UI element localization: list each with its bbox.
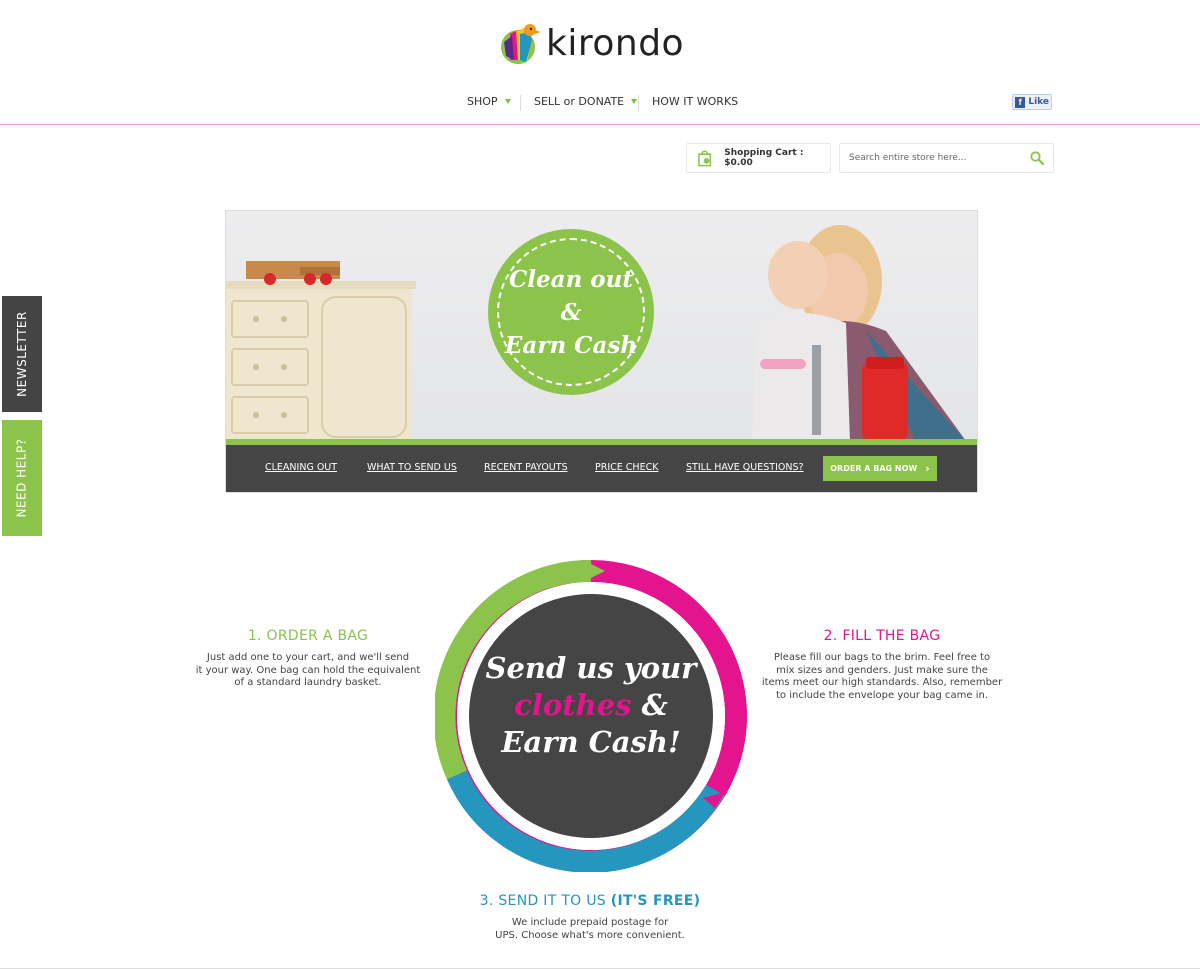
nav-sell-or-donate[interactable]: SELL or DONATE (534, 95, 638, 108)
step-1-text: Just add one to your cart, and we'll sen… (190, 652, 426, 690)
step-3-title-main: 3. SEND IT TO US (479, 893, 606, 909)
step-3-title-free: (IT'S FREE) (610, 893, 701, 909)
center-line-3: Earn Cash! (501, 725, 681, 759)
center-line-1: Send us your (485, 651, 697, 685)
link-price-check[interactable]: PRICE CHECK (595, 462, 658, 473)
facebook-like-label: Like (1028, 97, 1049, 107)
order-a-bag-button[interactable]: ORDER A BAG NOW › (823, 456, 937, 481)
step-2-text-line: mix sizes and genders. Just make sure th… (776, 664, 988, 676)
nav-how-label: HOW IT WORKS (652, 95, 739, 108)
shopping-cart-button[interactable]: Shopping Cart : $0.00 (686, 143, 831, 173)
clean-out-earn-cash-badge: Clean out & Earn Cash (488, 229, 654, 395)
facebook-f-icon: f (1015, 96, 1026, 108)
step-3-text: We include prepaid postage for UPS. Choo… (450, 917, 730, 942)
link-recent-payouts[interactable]: RECENT PAYOUTS (484, 462, 568, 473)
bird-logo-icon (501, 24, 541, 64)
newsletter-tab[interactable]: NEWSLETTER (2, 296, 42, 412)
chevron-right-icon: › (925, 462, 930, 475)
nav-divider (520, 95, 521, 111)
nav-how-it-works[interactable]: HOW IT WORKS (652, 95, 738, 108)
step-2-text-line: items meet our high standards. Also, rem… (761, 677, 1003, 688)
step-1-text-line: Just add one to your cart, and we'll sen… (206, 652, 410, 663)
search-input[interactable] (840, 144, 1020, 172)
hero-banner: Clean out & Earn Cash CLEANING OUT WHAT … (225, 210, 978, 493)
cart-label: Shopping Cart : $0.00 (724, 148, 804, 168)
nav-shop[interactable]: SHOP (467, 95, 511, 108)
step-1-text-line: it your way. One bag can hold the equiva… (195, 664, 421, 676)
nav-sell-label: SELL or DONATE (534, 95, 625, 108)
step-1-title: 1. ORDER A BAG (247, 628, 369, 644)
banner-link-bar: CLEANING OUT WHAT TO SEND US RECENT PAYO… (226, 445, 977, 492)
link-still-have-questions[interactable]: STILL HAVE QUESTIONS? (686, 462, 804, 473)
center-ampersand: & (631, 688, 668, 722)
badge-dashed-ring: Clean out & Earn Cash (497, 238, 645, 386)
need-help-tab[interactable]: NEED HELP? (2, 420, 42, 536)
link-what-to-send-us[interactable]: WHAT TO SEND US (367, 462, 457, 473)
search-icon[interactable] (1030, 151, 1044, 165)
newsletter-label: NEWSLETTER (15, 311, 29, 397)
facebook-like-button[interactable]: f Like (1012, 94, 1052, 110)
step-2-text: Please fill our bags to the brim. Feel f… (756, 652, 1008, 702)
link-cleaning-out[interactable]: CLEANING OUT (265, 462, 337, 473)
step-2-text-line: to include the envelope your bag came in… (775, 689, 988, 701)
dropdown-arrow-icon (631, 99, 638, 104)
center-clothes-word: clothes (514, 688, 632, 722)
step-1-text-line: of a standard laundry basket. (234, 677, 382, 688)
brand-logo[interactable]: kirondo (496, 20, 684, 66)
step-2-title: 2. FILL THE BAG (823, 628, 941, 644)
badge-line: Earn Cash (504, 331, 638, 359)
need-help-label: NEED HELP? (15, 438, 29, 518)
center-line-2: clothes & (468, 687, 714, 724)
order-a-bag-label: ORDER A BAG NOW (830, 464, 918, 473)
brand-name: kirondo (546, 22, 685, 64)
step-3-title: 3. SEND IT TO US (IT'S FREE) (430, 893, 750, 909)
step-2-text-line: Please fill our bags to the brim. Feel f… (773, 652, 991, 663)
badge-line: Clean out (509, 265, 633, 293)
send-clothes-earn-cash-message: Send us your clothes & Earn Cash! (468, 650, 714, 761)
site-header: kirondo SHOP SELL or DONATE HOW IT WORKS… (0, 0, 1200, 125)
dropdown-arrow-icon (504, 99, 511, 104)
step-3-text-line: We include prepaid postage for (511, 917, 669, 928)
shopping-bag-icon (698, 150, 712, 167)
footer-divider (0, 968, 1200, 969)
nav-divider (638, 95, 639, 111)
nav-shop-label: SHOP (467, 95, 498, 108)
step-3-text-line: UPS. Choose what's more convenient. (495, 929, 685, 941)
search-box (839, 143, 1054, 173)
badge-line: & (560, 298, 582, 326)
